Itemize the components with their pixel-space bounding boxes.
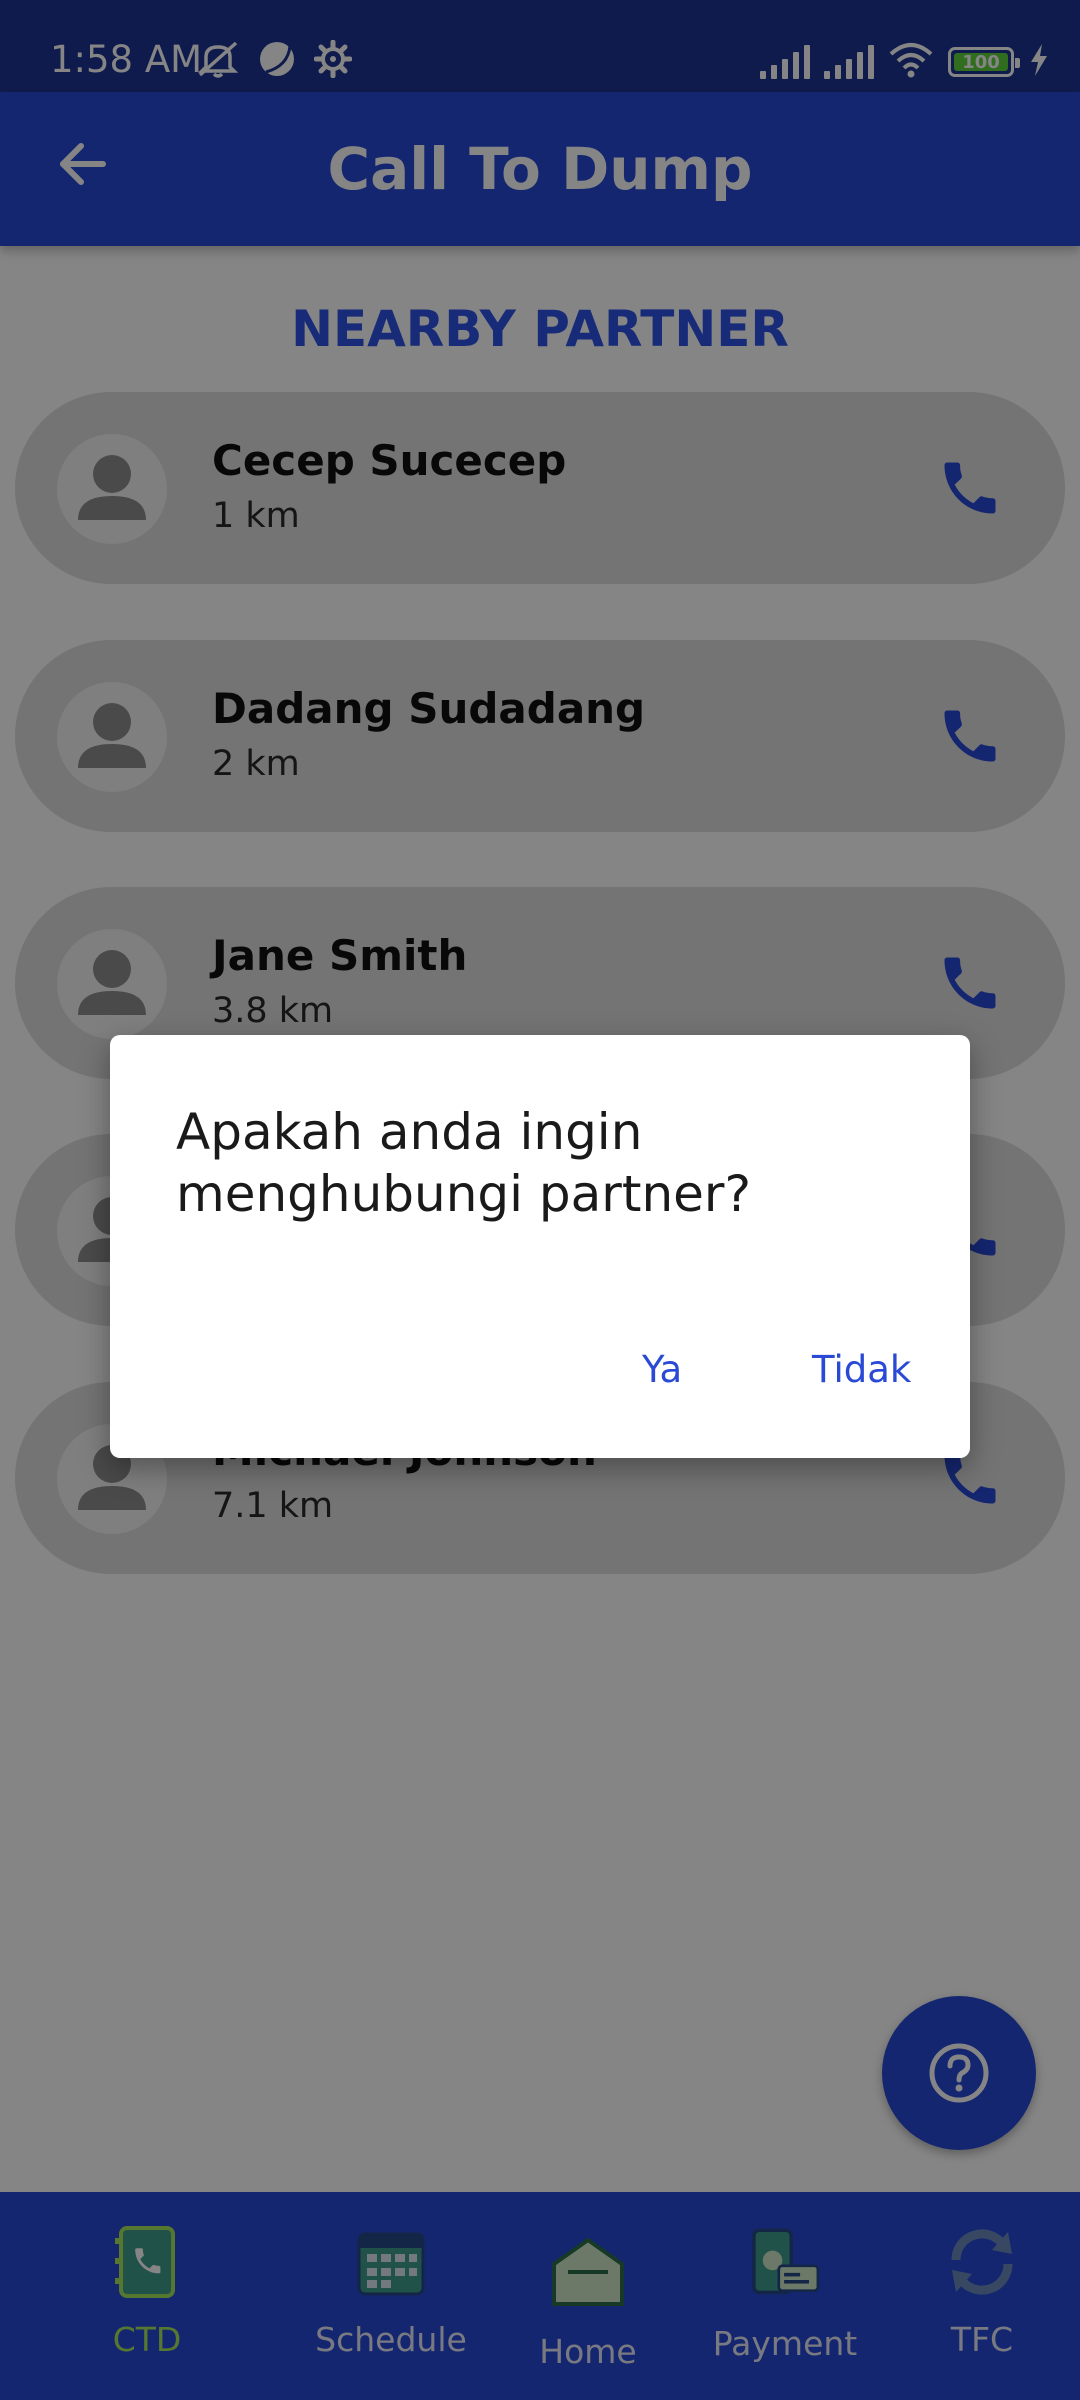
cancel-button[interactable]: Tidak [802, 1335, 921, 1405]
dialog-message: Apakah anda ingin menghubungi partner? [176, 1103, 751, 1223]
confirm-dialog: Apakah anda ingin menghubungi partner? Y… [110, 1035, 970, 1458]
confirm-button[interactable]: Ya [632, 1335, 692, 1405]
